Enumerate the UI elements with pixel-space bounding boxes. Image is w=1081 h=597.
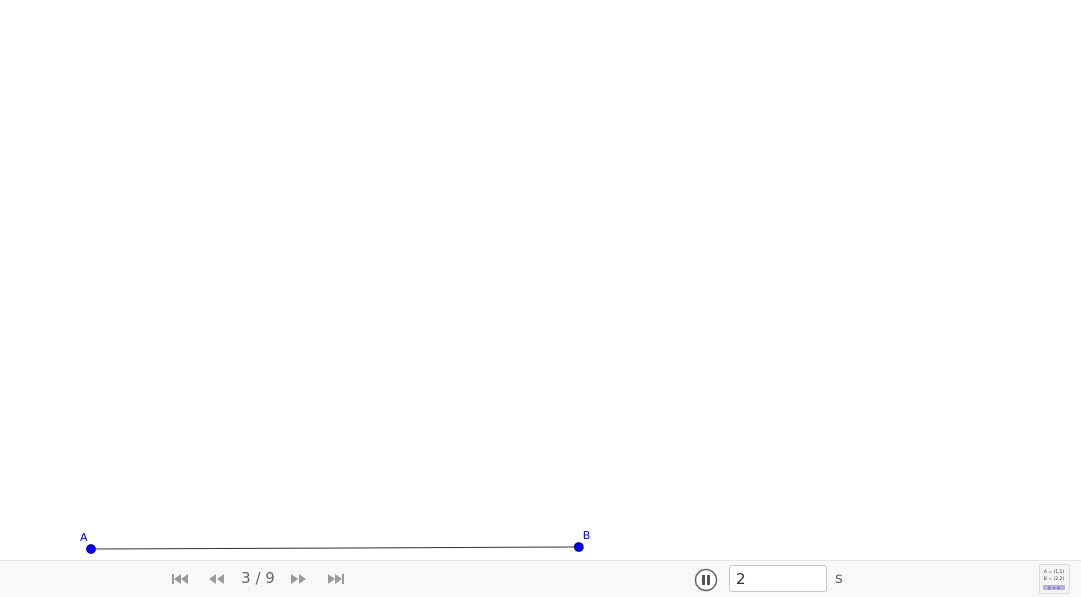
construction-canvas[interactable]: AB (0, 0, 1081, 560)
point-label-b: B (583, 529, 591, 542)
rewind-icon (209, 574, 224, 584)
algebra-view-icon: A = (1,1) B = (2,2) y = x (1043, 569, 1065, 591)
skip-to-start-icon (172, 574, 188, 584)
skip-to-end-icon (328, 574, 344, 584)
pause-icon (694, 568, 718, 592)
point-label-a: A (80, 531, 88, 544)
speed-input[interactable] (729, 565, 827, 592)
next-step-button[interactable] (289, 572, 309, 586)
algebra-icon-line: y = x (1048, 586, 1060, 591)
last-step-button[interactable] (326, 572, 346, 586)
graphics-view[interactable]: AB (0, 0, 1081, 560)
previous-step-button[interactable] (206, 572, 226, 586)
geogebra-applet: AB 3 / 9 2 s A = (1,1) B = (2,2) y = x (0, 0, 1081, 597)
algebra-icon-line: B = (2,2) (1044, 576, 1065, 582)
speed-unit-label: s (835, 569, 843, 587)
point-a[interactable] (86, 544, 96, 554)
first-step-button[interactable] (170, 572, 190, 586)
point-b[interactable] (573, 542, 584, 552)
navigation-bar: 3 / 9 s A = (0, 560, 1081, 597)
fast-forward-icon (291, 574, 306, 584)
pause-button[interactable] (694, 568, 718, 592)
algebra-icon-line: A = (1,1) (1044, 569, 1065, 575)
segment-ab[interactable] (90, 546, 579, 550)
algebra-view-button[interactable]: A = (1,1) B = (2,2) y = x (1039, 564, 1070, 594)
step-counter: 3 / 9 (241, 569, 275, 587)
